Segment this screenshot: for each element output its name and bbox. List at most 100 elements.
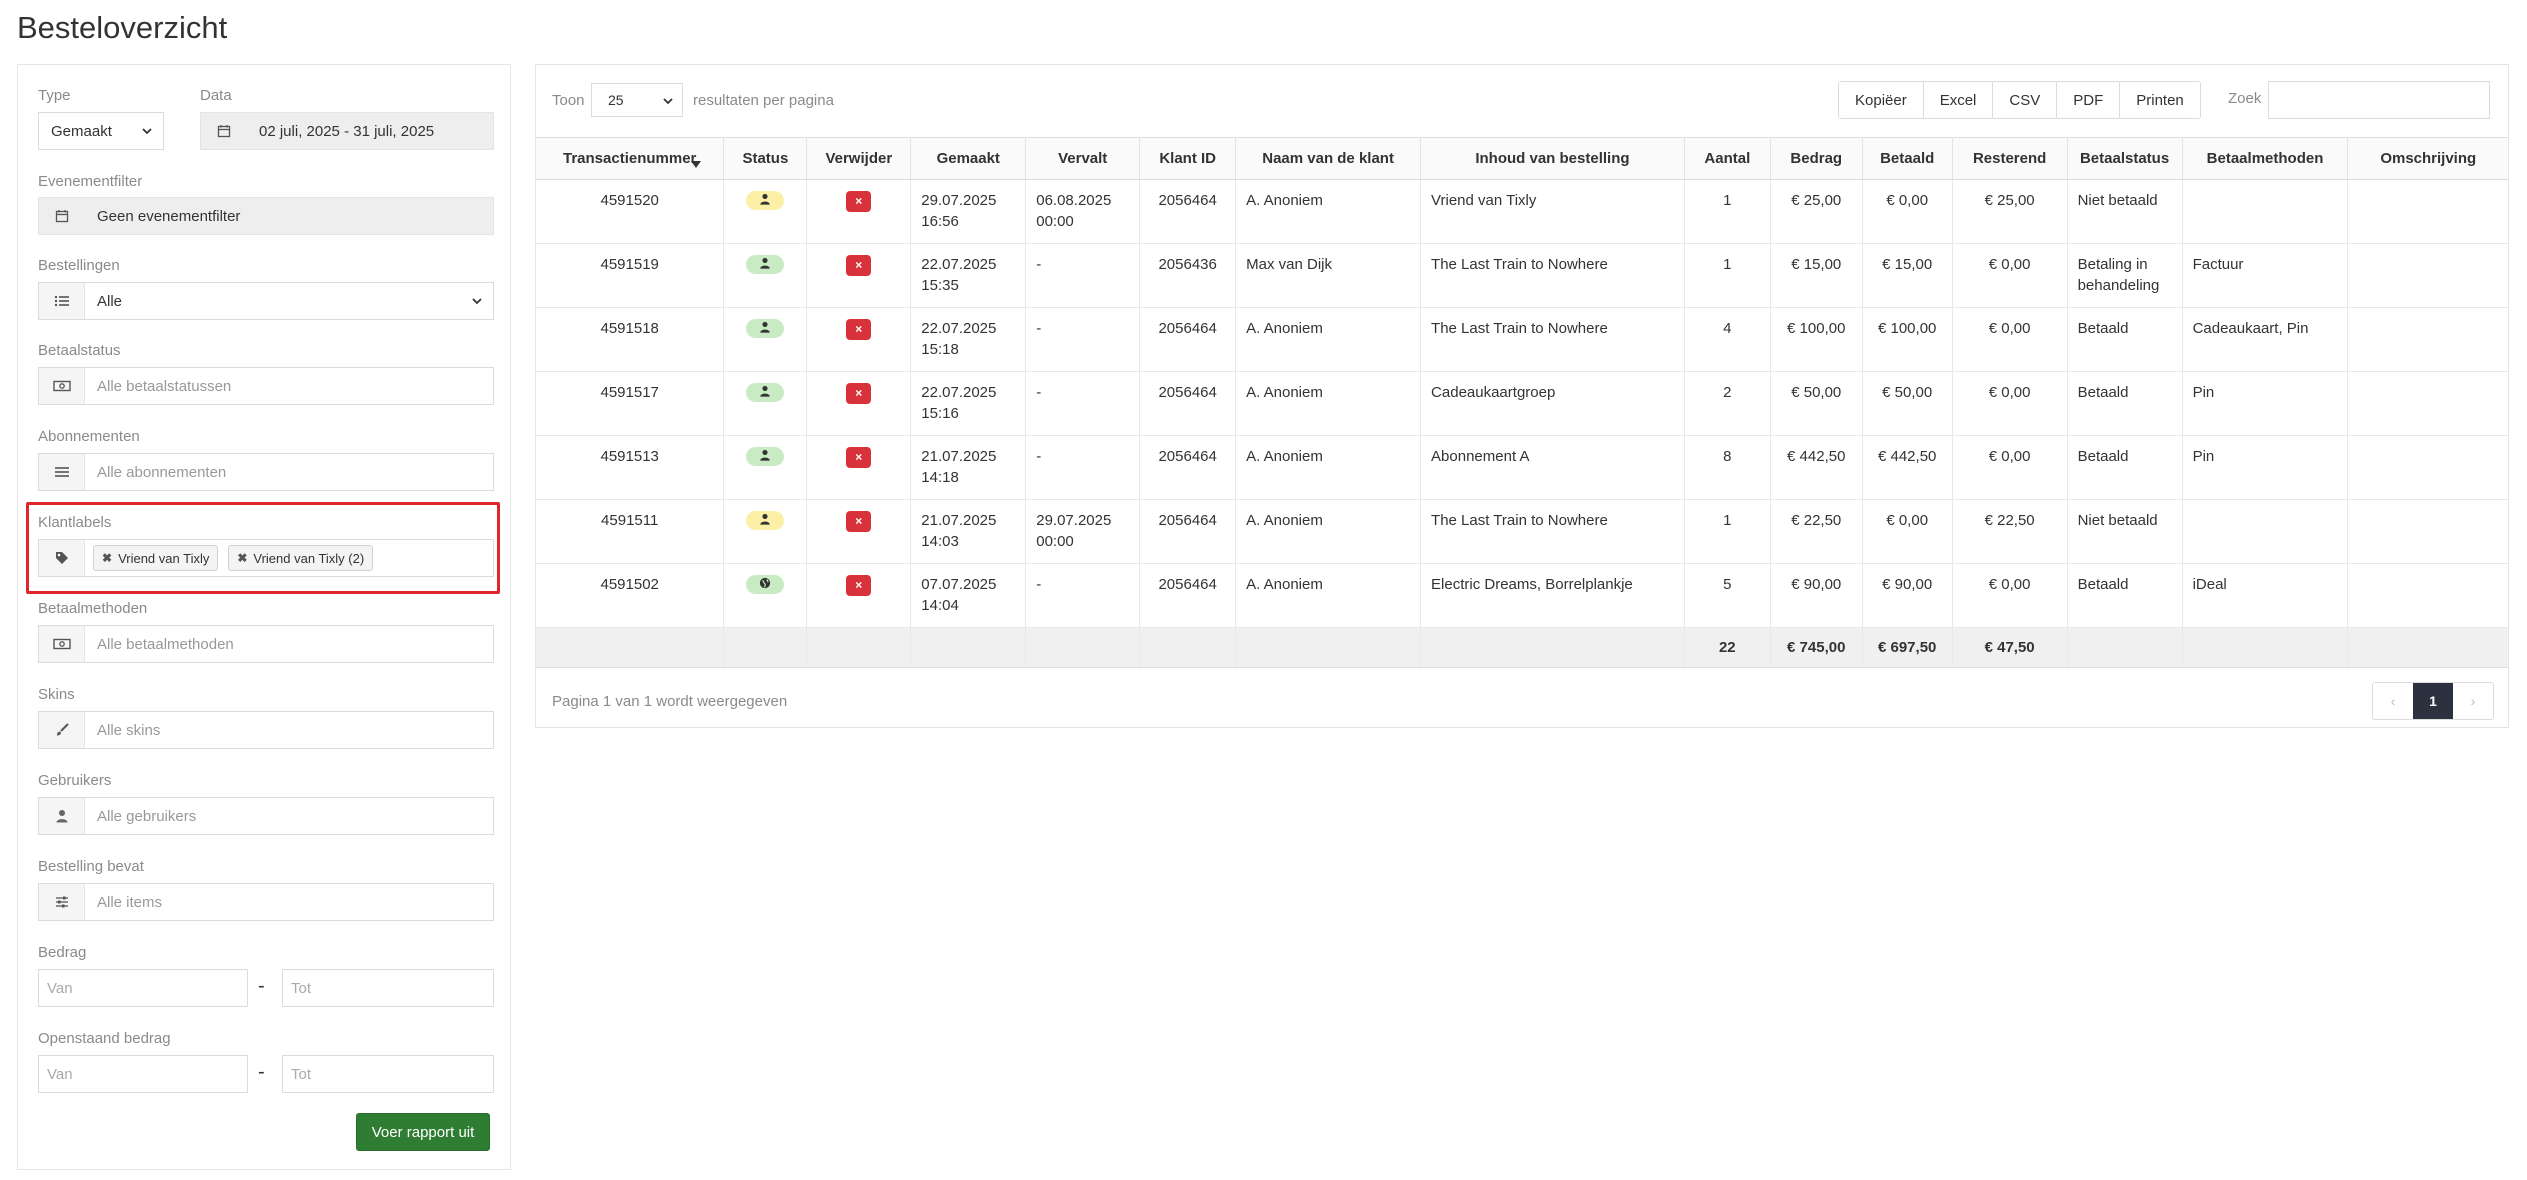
column-header[interactable]: Transactienummer xyxy=(536,137,725,180)
date-range-input[interactable]: 02 juli, 2025 - 31 juli, 2025 xyxy=(200,112,494,150)
column-header[interactable]: Omschrijving xyxy=(2347,137,2508,180)
transaction-number[interactable]: 4591513 xyxy=(536,435,725,500)
open-amount-from-input[interactable]: Van xyxy=(38,1055,248,1093)
skins-label: Skins xyxy=(38,686,75,703)
pay-status: Betaling in behandeling xyxy=(2067,243,2183,308)
pay-methods: Factuur xyxy=(2182,243,2349,308)
event-filter-input[interactable]: Geen evenementfilter xyxy=(38,197,494,235)
column-header[interactable]: Betaalstatus xyxy=(2067,137,2183,180)
column-header[interactable]: Vervalt xyxy=(1025,137,1141,180)
column-header[interactable]: Verwijder xyxy=(806,137,912,180)
pay-methods: iDeal xyxy=(2182,563,2349,628)
description xyxy=(2347,435,2508,500)
users-label: Gebruikers xyxy=(38,772,112,789)
copy-button[interactable]: Kopiëer xyxy=(1839,82,1924,118)
table-row[interactable]: 4591513 × 21.07.2025 14:18-2056464 A. Anonie… xyxy=(536,435,2508,500)
users-select[interactable]: Alle gebruikers xyxy=(38,797,494,835)
remaining: € 0,00 xyxy=(1952,563,2068,628)
pay-status: Betaald xyxy=(2067,435,2183,500)
customer-id: 2056464 xyxy=(1139,563,1237,628)
transaction-number[interactable]: 4591520 xyxy=(536,179,725,244)
prev-page-button[interactable]: ‹ xyxy=(2373,683,2413,719)
transaction-number[interactable]: 4591517 xyxy=(536,371,725,436)
order-contains-select[interactable]: Alle items xyxy=(38,883,494,921)
per-page-value: 25 xyxy=(608,92,624,108)
delete-button[interactable]: × xyxy=(846,447,872,468)
table-row[interactable]: 4591520 × 29.07.2025 16:56 06.08.2025 00:00 20… xyxy=(536,179,2508,244)
pay-status: Betaald xyxy=(2067,371,2183,436)
order-content: The Last Train to Nowhere xyxy=(1420,499,1685,564)
delete-button[interactable]: × xyxy=(846,575,872,596)
per-page-select[interactable]: 25 xyxy=(591,83,683,117)
column-header[interactable]: Inhoud van bestelling xyxy=(1420,137,1685,180)
calendar-icon xyxy=(39,198,85,234)
orders-select[interactable]: Alle xyxy=(38,282,494,320)
order-content: Electric Dreams, Borrelplankje xyxy=(1420,563,1685,628)
skins-select[interactable]: Alle skins xyxy=(38,711,494,749)
amount-from-input[interactable]: Van xyxy=(38,969,248,1007)
total-quantity: 22 xyxy=(1684,627,1771,668)
excel-button[interactable]: Excel xyxy=(1923,82,1994,118)
pay-status: Niet betaald xyxy=(2067,179,2183,244)
pdf-button[interactable]: PDF xyxy=(2057,82,2121,118)
type-select[interactable]: Gemaakt xyxy=(38,112,164,150)
pay-status-select[interactable]: Alle betaalstatussen xyxy=(38,367,494,405)
transaction-number[interactable]: 4591518 xyxy=(536,307,725,372)
orders-table: Transactienummer Status Verwijder Gemaak… xyxy=(536,137,2508,668)
paid: € 90,00 xyxy=(1862,563,1953,628)
search-input[interactable] xyxy=(2268,81,2490,119)
transaction-number[interactable]: 4591519 xyxy=(536,243,725,308)
amount-to-input[interactable]: Tot xyxy=(282,969,494,1007)
delete-button[interactable]: × xyxy=(846,191,872,212)
status-badge xyxy=(746,191,785,210)
amount: € 442,50 xyxy=(1770,435,1863,500)
open-amount-from-placeholder: Van xyxy=(47,1065,73,1083)
delete-button[interactable]: × xyxy=(846,383,872,404)
run-report-button[interactable]: Voer rapport uit xyxy=(356,1113,490,1151)
page-button[interactable]: 1 xyxy=(2413,683,2453,719)
customer-id: 2056464 xyxy=(1139,307,1237,372)
remaining: € 0,00 xyxy=(1952,243,2068,308)
print-button[interactable]: Printen xyxy=(2120,82,2200,118)
column-header[interactable]: Aantal xyxy=(1684,137,1771,180)
subscriptions-select[interactable]: Alle abonnementen xyxy=(38,453,494,491)
status-badge xyxy=(746,255,785,274)
column-header[interactable]: Status xyxy=(723,137,808,180)
customer-name: Max van Dijk xyxy=(1235,243,1422,308)
delete-button[interactable]: × xyxy=(846,255,872,276)
pay-methods-select[interactable]: Alle betaalmethoden xyxy=(38,625,494,663)
transaction-number[interactable]: 4591502 xyxy=(536,563,725,628)
open-amount-to-input[interactable]: Tot xyxy=(282,1055,494,1093)
next-page-button[interactable]: › xyxy=(2453,683,2493,719)
column-header[interactable]: Betaald xyxy=(1862,137,1953,180)
status-badge xyxy=(746,511,785,530)
order-content: Vriend van Tixly xyxy=(1420,179,1685,244)
description xyxy=(2347,371,2508,436)
person-icon xyxy=(759,318,771,339)
amount: € 50,00 xyxy=(1770,371,1863,436)
delete-button[interactable]: × xyxy=(846,319,872,340)
table-row[interactable]: 4591517 × 22.07.2025 15:16-2056464 A. Anonie… xyxy=(536,371,2508,436)
table-row[interactable]: 4591511 × 21.07.2025 14:03 29.07.2025 00:00 20… xyxy=(536,499,2508,564)
expires-cell: - xyxy=(1025,435,1141,500)
table-row[interactable]: 4591518 × 22.07.2025 15:18-2056464 A. Anonie… xyxy=(536,307,2508,372)
column-header[interactable]: Bedrag xyxy=(1770,137,1863,180)
column-header[interactable]: Gemaakt xyxy=(910,137,1027,180)
quantity: 1 xyxy=(1684,243,1771,308)
csv-button[interactable]: CSV xyxy=(1993,82,2058,118)
table-body: 4591520 × 29.07.2025 16:56 06.08.2025 00:00 20… xyxy=(536,179,2508,628)
column-header[interactable]: Naam van de klant xyxy=(1235,137,1422,180)
amount: € 100,00 xyxy=(1770,307,1863,372)
column-header[interactable]: Betaalmethoden xyxy=(2182,137,2349,180)
pay-status-placeholder: Alle betaalstatussen xyxy=(97,377,232,395)
table-row[interactable]: 4591502 × 07.07.2025 14:04-2056464 A. Anonie… xyxy=(536,563,2508,628)
amount-label: Bedrag xyxy=(38,944,87,961)
pagination: ‹ 1 › xyxy=(2372,682,2494,720)
customer-name: A. Anoniem xyxy=(1235,371,1422,436)
order-content: Cadeaukaartgroep xyxy=(1420,371,1685,436)
column-header[interactable]: Klant ID xyxy=(1139,137,1237,180)
delete-button[interactable]: × xyxy=(846,511,872,532)
transaction-number[interactable]: 4591511 xyxy=(536,499,725,564)
table-row[interactable]: 4591519 × 22.07.2025 15:35-2056436 Max van D… xyxy=(536,243,2508,308)
column-header[interactable]: Resterend xyxy=(1952,137,2068,180)
